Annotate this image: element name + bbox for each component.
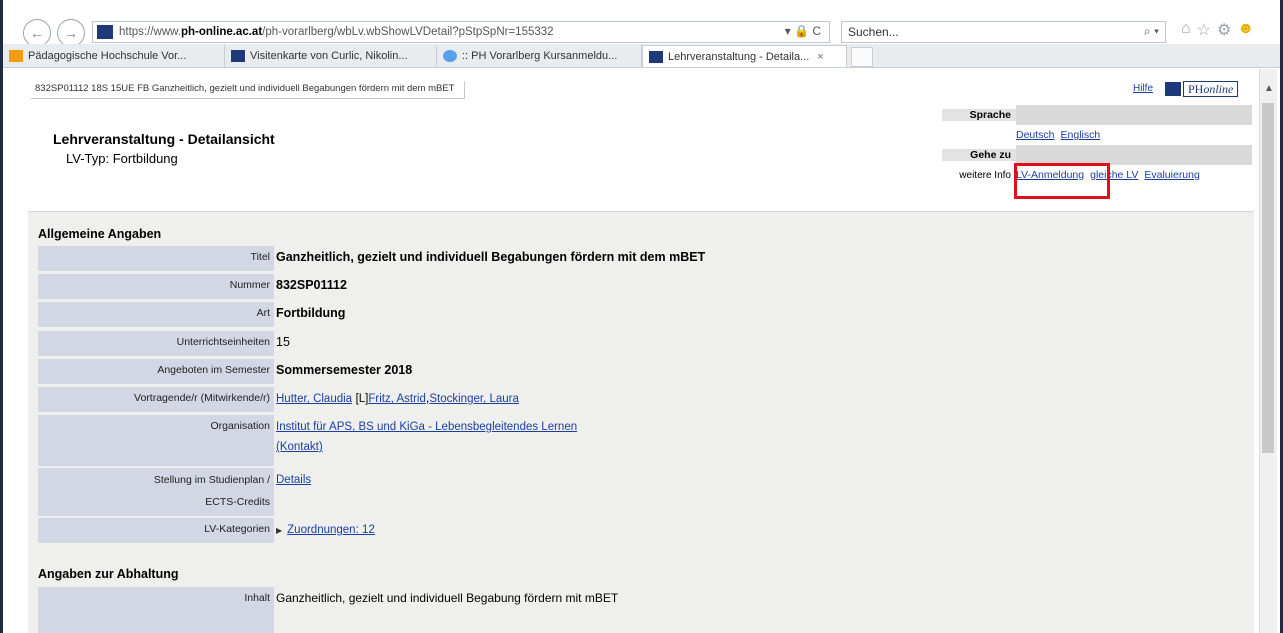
home-icon[interactable]: ⌂ [1181, 20, 1191, 40]
stellung-label-line2: ECTS-Credits [205, 496, 270, 508]
address-bar-area: ← → https://www. ph-online.ac.at/ph-vorar… [3, 0, 1280, 47]
art-value: Fortbildung [276, 306, 346, 320]
lecturer-role-tag: [L] [355, 393, 369, 405]
lecturer-link-hutter[interactable]: Hutter, Claudia [276, 393, 352, 405]
nummer-value: 832SP01112 [276, 278, 347, 292]
search-input[interactable]: Suchen... ⌕ ▾ [841, 21, 1166, 43]
art-label: Art [38, 302, 274, 327]
organisation-link[interactable]: Institut für APS, BS und KiGa - Lebensbe… [276, 421, 577, 433]
tab-close-icon[interactable]: × [817, 51, 823, 63]
breadcrumb: 832SP01112 18S 15UE FB Ganzheitlich, gez… [31, 81, 466, 99]
site-favicon-icon [97, 25, 113, 39]
help-link[interactable]: Hilfe [1133, 83, 1153, 94]
row-nummer: Nummer 832SP01112 [38, 274, 347, 299]
tab-bar: Pädagogische Hochschule Vor... Visitenka… [3, 44, 1280, 68]
logo-prefix: PH [1188, 81, 1204, 96]
zuordnungen-link[interactable]: Zuordnungen: 12 [287, 524, 375, 536]
row-vortragende: Vortragende/r (Mitwirkende/r) Hutter, Cl… [38, 387, 519, 412]
side-row-sprache: Sprache [942, 105, 1252, 125]
row-organisation: Organisation Institut für APS, BS und Ki… [38, 415, 577, 466]
expand-arrow-icon[interactable]: ▶ [276, 526, 282, 535]
info-label: weitere Info [959, 169, 1011, 181]
page-title: Lehrveranstaltung - Detailansicht [53, 131, 275, 147]
tab-label: Visitenkarte von Curlic, Nikolin... [250, 50, 408, 62]
page-subtitle: LV-Typ: Fortbildung [66, 151, 178, 166]
page-content: 832SP01112 18S 15UE FB Ganzheitlich, gez… [3, 69, 1265, 633]
logo-square-icon [1165, 82, 1181, 96]
logo-suffix: online [1203, 81, 1234, 96]
tab-visitenkarte[interactable]: Visitenkarte von Curlic, Nikolin... [225, 45, 437, 67]
lecturer-link-stockinger[interactable]: Stockinger, Laura [429, 393, 519, 405]
row-stellung: Stellung im Studienplan / ECTS-Credits D… [38, 468, 311, 516]
semester-label: Angeboten im Semester [38, 359, 274, 384]
row-art: Art Fortbildung [38, 302, 345, 327]
forward-button[interactable]: → [57, 19, 85, 47]
tab-label: :: PH Vorarlberg Kursanmeldu... [462, 50, 618, 62]
url-controls[interactable]: ▾ 🔒 C [785, 24, 821, 38]
tab-favicon-icon [231, 50, 245, 62]
row-lv-kategorien: LV-Kategorien ▶ Zuordnungen: 12 [38, 518, 375, 543]
section-angaben-abhaltung: Angaben zur Abhaltung [38, 567, 179, 581]
tab-kursanmeldung[interactable]: :: PH Vorarlberg Kursanmeldu... [437, 45, 642, 67]
stellung-label: Stellung im Studienplan / ECTS-Credits [38, 468, 274, 516]
section-allgemeine-angaben: Allgemeine Angaben [38, 227, 162, 241]
semester-value: Sommersemester 2018 [276, 363, 413, 377]
lang-deutsch-link[interactable]: Deutsch [1016, 129, 1055, 141]
settings-gear-icon[interactable]: ⚙ [1217, 20, 1231, 40]
scrollbar-thumb[interactable] [1262, 103, 1274, 453]
row-titel: Titel Ganzheitlich, gezielt und individu… [38, 246, 705, 271]
ue-value: 15 [276, 335, 290, 349]
sprache-label: Sprache [942, 109, 1016, 121]
titel-label: Titel [38, 246, 274, 271]
tab-favicon-icon [649, 50, 663, 63]
vortragende-value: Hutter, Claudia [L]Fritz, Astrid,Stockin… [276, 391, 519, 405]
kat-label: LV-Kategorien [38, 518, 274, 543]
tab-lehrveranstaltung[interactable]: Lehrveranstaltung - Detaila... × [642, 45, 847, 67]
vortragende-label: Vortragende/r (Mitwirkende/r) [38, 387, 274, 412]
scroll-up-icon[interactable]: ▲ [1264, 83, 1274, 94]
url-host: ph-online.ac.at [181, 26, 263, 38]
logo-text: PH online [1183, 81, 1239, 97]
lecturer-link-fritz[interactable]: Fritz, Astrid [368, 393, 426, 405]
titel-value: Ganzheitlich, gezielt und individuell Be… [276, 250, 706, 264]
tab-paedagogische-hochschule[interactable]: Pädagogische Hochschule Vor... [3, 45, 225, 67]
side-row-gehezu: Gehe zu [942, 145, 1252, 165]
row-semester: Angeboten im Semester Sommersemester 201… [38, 359, 412, 384]
org-label: Organisation [38, 415, 274, 466]
row-inhalt: Inhalt Ganzheitlich, gezielt und individ… [38, 587, 618, 633]
inhalt-label: Inhalt [38, 587, 274, 633]
stellung-details-link[interactable]: Details [276, 474, 311, 486]
inhalt-value: Ganzheitlich, gezielt und individuell Be… [276, 591, 619, 605]
feedback-smiley-icon[interactable]: ☻ [1237, 20, 1254, 40]
tab-label: Pädagogische Hochschule Vor... [28, 50, 187, 62]
tab-label: Lehrveranstaltung - Detaila... [668, 50, 810, 63]
lang-englisch-link[interactable]: Englisch [1061, 129, 1101, 141]
search-icon[interactable]: ⌕ ▾ [1144, 24, 1159, 39]
side-row-languages: Deutsch Englisch [942, 125, 1252, 145]
url-path: /ph-vorarlberg/wbLv.wbShowLVDetail?pStpS… [262, 26, 554, 38]
stellung-label-line1: Stellung im Studienplan / [153, 474, 270, 486]
toolbar-icons: ⌂ ☆ ⚙ ☻ [1181, 20, 1254, 40]
highlight-box [1014, 163, 1110, 199]
tab-favicon-icon [443, 50, 457, 62]
ue-label: Unterrichtseinheiten [38, 331, 274, 356]
url-prefix: https://www. [119, 26, 181, 38]
gehezu-label: Gehe zu [942, 149, 1016, 161]
vertical-scrollbar[interactable]: ▲ [1259, 69, 1277, 633]
back-button[interactable]: ← [23, 19, 51, 47]
evaluierung-link[interactable]: Evaluierung [1144, 169, 1199, 181]
phonline-logo[interactable]: PH online [1165, 81, 1239, 97]
nummer-label: Nummer [38, 274, 274, 299]
browser-window: ← → https://www. ph-online.ac.at/ph-vorar… [0, 0, 1283, 633]
row-unterrichtseinheiten: Unterrichtseinheiten 15 [38, 331, 290, 356]
tab-favicon-icon [9, 50, 23, 62]
favorites-star-icon[interactable]: ☆ [1197, 20, 1211, 40]
url-input[interactable]: https://www. ph-online.ac.at/ph-vorarlber… [92, 21, 830, 43]
new-tab-button[interactable] [851, 47, 873, 67]
organisation-contact-link[interactable]: (Kontakt) [276, 441, 323, 453]
search-placeholder: Suchen... [848, 25, 899, 39]
